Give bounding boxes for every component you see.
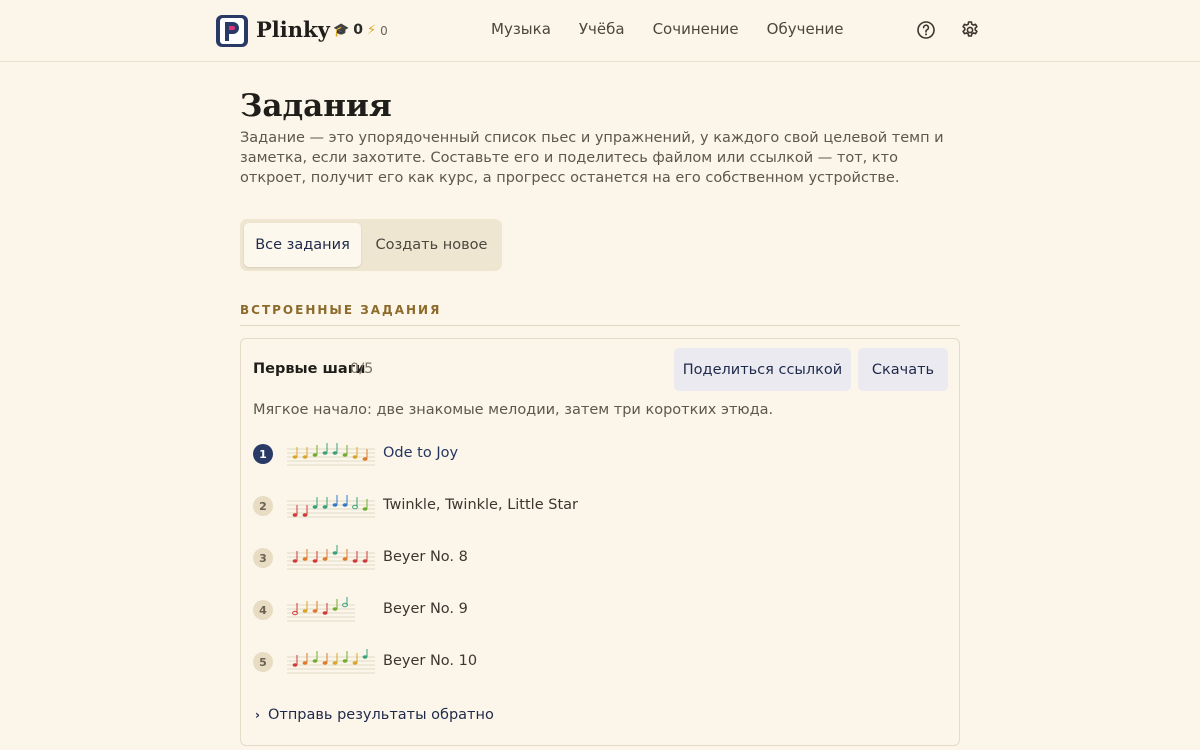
item-title: Beyer No. 8: [383, 549, 468, 565]
section-label: ВСТРОЕННЫЕ ЗАДАНИЯ: [240, 303, 442, 317]
item-number: 2: [253, 496, 273, 516]
melody-staff-icon: [287, 443, 375, 466]
page-intro: Задание — это упорядоченный список пьес …: [240, 130, 944, 186]
energy-counter: ⚡ 0: [367, 23, 388, 38]
melody-staff-icon: [287, 495, 375, 518]
assignment-item[interactable]: 2 Twinkle, Twinkle, Little Star: [253, 491, 943, 521]
nav-compose[interactable]: Сочинение: [653, 20, 739, 38]
melody-staff-icon: [287, 597, 355, 622]
assignment-item[interactable]: 4 Beyer No. 9: [253, 595, 943, 625]
assignment-progress: 0/5: [350, 361, 374, 377]
item-title: Twinkle, Twinkle, Little Star: [383, 497, 578, 513]
chevron-right-icon: ›: [255, 708, 260, 722]
assignment-description: Мягкое начало: две знакомые мелодии, зат…: [253, 402, 774, 418]
melody-staff-icon: [287, 649, 375, 674]
assignment-tabs: Все задания Создать новое: [240, 219, 502, 271]
section-divider: [240, 325, 960, 326]
item-title: Ode to Joy: [383, 445, 459, 461]
item-number: 4: [253, 600, 273, 620]
tab-all-assignments[interactable]: Все задания: [244, 223, 361, 267]
streak-value: 0: [353, 22, 363, 38]
assignment-item[interactable]: 1 Ode to Joy: [253, 439, 943, 469]
item-number: 5: [253, 652, 273, 672]
download-button[interactable]: Скачать: [858, 348, 948, 391]
expander-label: Отправь результаты обратно: [267, 707, 494, 723]
item-title: Beyer No. 9: [383, 601, 468, 617]
nav-teaching[interactable]: Обучение: [767, 20, 844, 38]
nav-study[interactable]: Учёба: [579, 20, 625, 38]
assignment-title: Первые шаги: [253, 361, 366, 377]
gear-icon[interactable]: [960, 20, 980, 40]
item-title: Beyer No. 10: [383, 653, 478, 669]
top-bar: Plinky 🎓 0 ⚡ 0 Музыка Учёба Сочинение Об…: [0, 0, 1200, 62]
streak-counter: 🎓 0: [333, 22, 363, 38]
energy-value: 0: [380, 23, 388, 38]
assignment-item[interactable]: 3 Beyer No. 8: [253, 543, 943, 573]
share-link-button[interactable]: Поделиться ссылкой: [674, 348, 851, 391]
melody-staff-icon: [287, 545, 375, 570]
tab-create-new[interactable]: Создать новое: [365, 223, 498, 267]
lightning-icon: ⚡: [367, 23, 377, 38]
page-title: Задания: [240, 88, 392, 124]
nav-music[interactable]: Музыка: [491, 20, 551, 38]
help-icon[interactable]: [916, 20, 936, 40]
send-results-expander[interactable]: › Отправь результаты обратно: [255, 707, 494, 723]
item-number: 3: [253, 548, 273, 568]
item-number: 1: [253, 444, 273, 464]
main-nav: Музыка Учёба Сочинение Обучение: [491, 20, 843, 38]
plinky-logo-icon[interactable]: [216, 15, 248, 47]
assignment-card: Первые шаги 0/5 Поделиться ссылкой Скача…: [240, 338, 960, 746]
assignment-item[interactable]: 5 Beyer No. 10: [253, 647, 943, 677]
brand-name[interactable]: Plinky: [256, 17, 330, 42]
graduation-cap-icon: 🎓: [333, 22, 350, 38]
